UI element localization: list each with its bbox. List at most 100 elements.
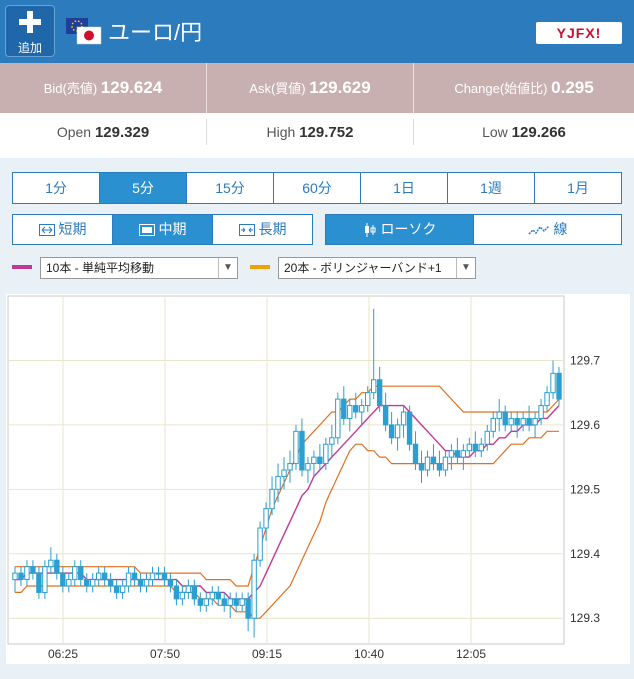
candle-body — [353, 405, 359, 413]
quote-bar: Bid(売値) 129.624 Ask(買値) 129.629 Change(始… — [0, 63, 634, 113]
candle-body — [436, 463, 443, 471]
tab-short-term[interactable]: 短期 — [13, 215, 112, 244]
x-tick-label: 07:50 — [150, 647, 180, 661]
tab-candlestick[interactable]: ローソク — [326, 215, 473, 244]
x-tick-label: 06:25 — [48, 647, 78, 661]
bid-label: Bid(売値) — [43, 81, 98, 96]
candle-body — [538, 405, 544, 419]
candle-body — [191, 585, 198, 600]
candle-body — [520, 417, 526, 426]
candle-body — [365, 392, 371, 407]
tab-timeframe-3[interactable]: 60分 — [273, 173, 360, 203]
chevron-down-icon: ▼ — [456, 258, 475, 278]
bid-value: 129.624 — [100, 78, 163, 97]
candle-body — [341, 398, 347, 419]
y-tick-label: 129.3 — [570, 611, 600, 625]
price-chart[interactable]: 129.3 129.4 129.5 129.6 129.7 06:25 07:50 09:15… — [6, 294, 630, 664]
candle-body — [263, 508, 269, 529]
candle-body — [161, 572, 168, 581]
candle-body — [179, 591, 186, 600]
candle-body — [490, 417, 496, 432]
candle-body — [30, 566, 36, 574]
candle-body — [281, 469, 287, 477]
candle-body — [125, 572, 132, 587]
candle-body — [90, 579, 96, 587]
tab-timeframe-5[interactable]: 1週 — [447, 173, 534, 203]
candle-body — [12, 572, 18, 581]
candlestick-chart[interactable]: 129.3 129.4 129.5 129.6 129.7 06:25 07:50 09:15… — [6, 294, 630, 664]
candle-body — [532, 417, 538, 426]
low-value: 129.266 — [511, 124, 566, 141]
candle-body — [508, 417, 514, 426]
tab-timeframe-1[interactable]: 5分 — [99, 173, 186, 203]
candle-body — [305, 463, 311, 471]
candle-body — [155, 572, 162, 575]
candle-body — [287, 463, 293, 471]
change-label: Change(始値比) — [454, 81, 548, 96]
y-tick-label: 129.6 — [570, 418, 600, 432]
tab-timeframe-4[interactable]: 1日 — [360, 173, 447, 203]
candle-body — [119, 585, 126, 593]
x-tick-label: 09:15 — [252, 647, 282, 661]
candle-body — [460, 450, 467, 458]
candle-body — [42, 566, 48, 593]
candle-body — [370, 379, 377, 394]
candle-body — [526, 417, 532, 426]
ask-quote[interactable]: Ask(買値) 129.629 — [207, 63, 413, 113]
high-stat: High 129.752 — [266, 124, 354, 141]
candle-body — [107, 579, 114, 587]
candle-body — [412, 443, 419, 465]
high-value: 129.752 — [299, 124, 354, 141]
change-value: 0.295 — [551, 78, 594, 97]
tab-line[interactable]: 線 — [473, 215, 621, 244]
candle-body — [317, 456, 323, 465]
tab-mid-term[interactable]: 中期 — [112, 215, 212, 244]
candle-body — [556, 372, 562, 400]
window-icon — [138, 224, 155, 237]
bid-quote[interactable]: Bid(売値) 129.624 — [0, 63, 206, 113]
candle-body — [466, 443, 473, 452]
indicator-bollinger: 20本 - ボリンジャーバンド+1 ▼ — [250, 257, 476, 279]
ask-label: Ask(買値) — [249, 81, 306, 96]
candle-body — [448, 450, 455, 458]
tab-long-term[interactable]: 長期 — [212, 215, 312, 244]
open-value: 129.329 — [94, 124, 150, 141]
candle-body — [376, 379, 383, 407]
tab-timeframe-6[interactable]: 1月 — [534, 173, 621, 203]
candle-body — [209, 591, 215, 600]
candle-body — [48, 559, 54, 568]
tab-timeframe-2[interactable]: 15分 — [186, 173, 273, 203]
candle-body — [347, 405, 353, 419]
plus-icon — [19, 11, 41, 33]
candle-body — [335, 398, 341, 439]
eur-jpy-flag-icon — [66, 18, 102, 45]
open-stat: Open 129.329 — [56, 124, 150, 141]
candle-body — [233, 598, 239, 606]
candle-body — [143, 579, 150, 587]
add-button[interactable]: 追加 — [5, 5, 55, 57]
candle-body — [54, 559, 60, 574]
candle-body — [18, 572, 24, 581]
candle-body — [424, 456, 431, 471]
ma-select[interactable]: 10本 - 単純平均移動 ▼ — [40, 257, 238, 279]
candle-body — [113, 585, 120, 593]
candle-body — [257, 527, 263, 561]
compress-horizontal-icon — [238, 224, 255, 237]
candle-body — [400, 411, 407, 426]
bollinger-select[interactable]: 20本 - ボリンジャーバンド+1 ▼ — [278, 257, 476, 279]
candle-body — [472, 443, 479, 452]
candle-body — [78, 566, 84, 581]
app-header: 追加 ユーロ/円 YJFX! — [0, 0, 634, 63]
tab-timeframe-0[interactable]: 1分 — [13, 173, 99, 203]
candle-body — [149, 572, 156, 581]
candle-body — [185, 585, 192, 593]
candle-body — [215, 591, 221, 600]
candle-body — [430, 456, 437, 465]
candle-body — [484, 430, 490, 445]
ohl-bar: Open 129.329 High 129.752 Low 129.266 — [0, 113, 634, 151]
brand-logo: YJFX! — [536, 22, 622, 44]
candlestick-icon — [364, 223, 375, 238]
candle-body — [173, 585, 180, 600]
add-button-label: 追加 — [17, 41, 42, 55]
candle-body — [478, 443, 484, 452]
